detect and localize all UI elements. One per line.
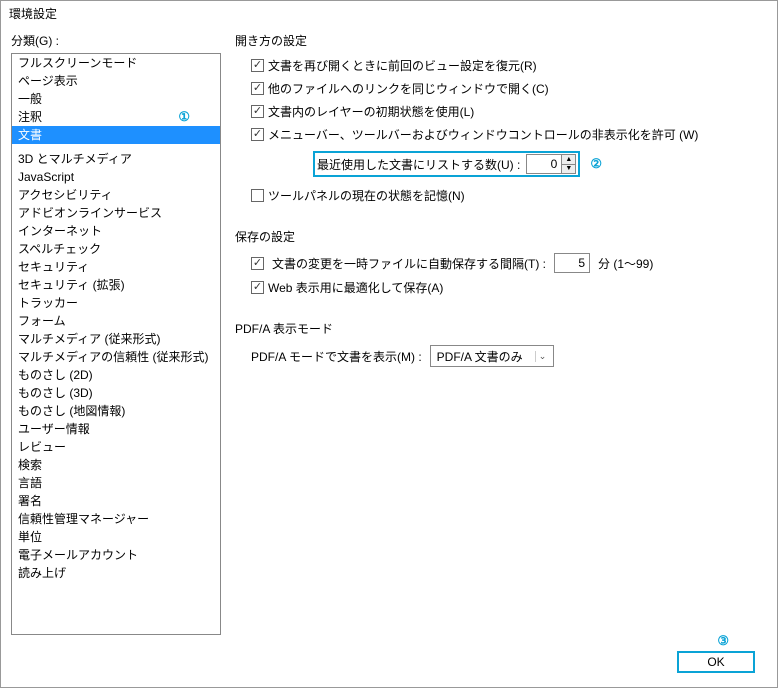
label-autosave: 文書の変更を一時ファイルに自動保存する間隔(T) : <box>272 255 546 272</box>
input-recent-docs[interactable] <box>527 155 561 173</box>
category-listbox[interactable]: フルスクリーンモードページ表示一般注釈①文書 3D とマルチメディアJavaScr… <box>11 53 221 635</box>
category-item[interactable]: 言語 <box>12 474 220 492</box>
category-item[interactable]: インターネット <box>12 222 220 240</box>
label-pdfa-mode: PDF/A モードで文書を表示(M) : <box>251 348 422 365</box>
checkbox-remember-toolpanel[interactable] <box>251 189 264 202</box>
category-item[interactable]: ものさし (2D) <box>12 366 220 384</box>
group-title-save: 保存の設定 <box>235 228 767 245</box>
label-same-window-links: 他のファイルへのリンクを同じウィンドウで開く(C) <box>268 80 549 97</box>
window-title: 環境設定 <box>1 1 777 26</box>
group-pdfa-mode: PDF/A 表示モード PDF/A モードで文書を表示(M) : PDF/A 文… <box>235 320 767 367</box>
category-item[interactable]: ページ表示 <box>12 72 220 90</box>
content-area: 分類(G) : フルスクリーンモードページ表示一般注釈①文書 3D とマルチメディ… <box>1 26 777 645</box>
category-item[interactable]: 署名 <box>12 492 220 510</box>
chevron-down-icon: ⌄ <box>535 351 550 362</box>
category-item[interactable]: マルチメディアの信頼性 (従来形式) <box>12 348 220 366</box>
category-item[interactable]: JavaScript <box>12 168 220 186</box>
category-item[interactable]: セキュリティ (拡張) <box>12 276 220 294</box>
spin-down-icon[interactable]: ▼ <box>562 165 575 174</box>
category-item[interactable]: アクセシビリティ <box>12 186 220 204</box>
label-recent-docs: 最近使用した文書にリストする数(U) : <box>317 156 520 173</box>
checkbox-layer-initial[interactable] <box>251 105 264 118</box>
label-layer-initial: 文書内のレイヤーの初期状態を使用(L) <box>268 103 474 120</box>
group-title-pdfa: PDF/A 表示モード <box>235 320 767 337</box>
category-item[interactable]: 信頼性管理マネージャー <box>12 510 220 528</box>
category-item[interactable]: ユーザー情報 <box>12 420 220 438</box>
label-remember-toolpanel: ツールパネルの現在の状態を記憶(N) <box>268 187 465 204</box>
category-label: 分類(G) : <box>11 32 221 49</box>
category-item[interactable]: アドビオンラインサービス <box>12 204 220 222</box>
select-pdfa-mode[interactable]: PDF/A 文書のみ ⌄ <box>430 345 555 367</box>
category-item[interactable]: 検索 <box>12 456 220 474</box>
preferences-dialog: 環境設定 分類(G) : フルスクリーンモードページ表示一般注釈①文書 3D とマ… <box>0 0 778 688</box>
category-item[interactable]: 読み上げ <box>12 564 220 582</box>
category-item[interactable]: セキュリティ <box>12 258 220 276</box>
checkbox-same-window-links[interactable] <box>251 82 264 95</box>
group-save-settings: 保存の設定 文書の変更を一時ファイルに自動保存する間隔(T) : 分 (1～99… <box>235 228 767 296</box>
input-autosave-minutes[interactable] <box>554 253 590 273</box>
group-open-settings: 開き方の設定 文書を再び開くときに前回のビュー設定を復元(R) 他のファイルへの… <box>235 32 767 204</box>
ok-button-label: OK <box>707 655 724 669</box>
annotation-1: ① <box>178 109 190 125</box>
checkbox-restore-view[interactable] <box>251 59 264 72</box>
category-item[interactable]: トラッカー <box>12 294 220 312</box>
annotation-2: ② <box>590 156 602 172</box>
category-item[interactable]: レビュー <box>12 438 220 456</box>
spin-up-icon[interactable]: ▲ <box>562 155 575 165</box>
category-item[interactable]: ものさし (3D) <box>12 384 220 402</box>
label-web-optimize: Web 表示用に最適化して保存(A) <box>268 279 443 296</box>
category-item[interactable]: ものさし (地図情報) <box>12 402 220 420</box>
category-item[interactable]: 文書 <box>12 126 220 144</box>
checkbox-web-optimize[interactable] <box>251 281 264 294</box>
recent-docs-highlight: 最近使用した文書にリストする数(U) : ▲ ▼ <box>313 151 580 177</box>
category-item[interactable]: フォーム <box>12 312 220 330</box>
category-item[interactable]: 注釈① <box>12 108 220 126</box>
category-item[interactable]: 単位 <box>12 528 220 546</box>
group-title-open: 開き方の設定 <box>235 32 767 49</box>
label-autosave-unit: 分 (1～99) <box>598 255 653 272</box>
checkbox-autosave[interactable] <box>251 257 264 270</box>
category-item[interactable]: スペルチェック <box>12 240 220 258</box>
checkbox-allow-hide-controls[interactable] <box>251 128 264 141</box>
category-item[interactable]: フルスクリーンモード <box>12 54 220 72</box>
annotation-3: ③ <box>717 633 729 649</box>
settings-panel: 開き方の設定 文書を再び開くときに前回のビュー設定を復元(R) 他のファイルへの… <box>235 32 767 635</box>
select-pdfa-value: PDF/A 文書のみ <box>437 348 523 365</box>
dialog-footer: OK <box>1 645 777 687</box>
category-panel: 分類(G) : フルスクリーンモードページ表示一般注釈①文書 3D とマルチメディ… <box>11 32 221 635</box>
category-item[interactable]: 一般 <box>12 90 220 108</box>
category-item[interactable]: 3D とマルチメディア <box>12 150 220 168</box>
category-item[interactable]: マルチメディア (従来形式) <box>12 330 220 348</box>
label-restore-view: 文書を再び開くときに前回のビュー設定を復元(R) <box>268 57 537 74</box>
ok-button[interactable]: OK <box>677 651 755 673</box>
label-allow-hide-controls: メニューバー、ツールバーおよびウィンドウコントロールの非表示化を許可 (W) <box>268 126 698 143</box>
category-item[interactable]: 電子メールアカウント <box>12 546 220 564</box>
spin-recent-docs[interactable]: ▲ ▼ <box>526 154 576 174</box>
